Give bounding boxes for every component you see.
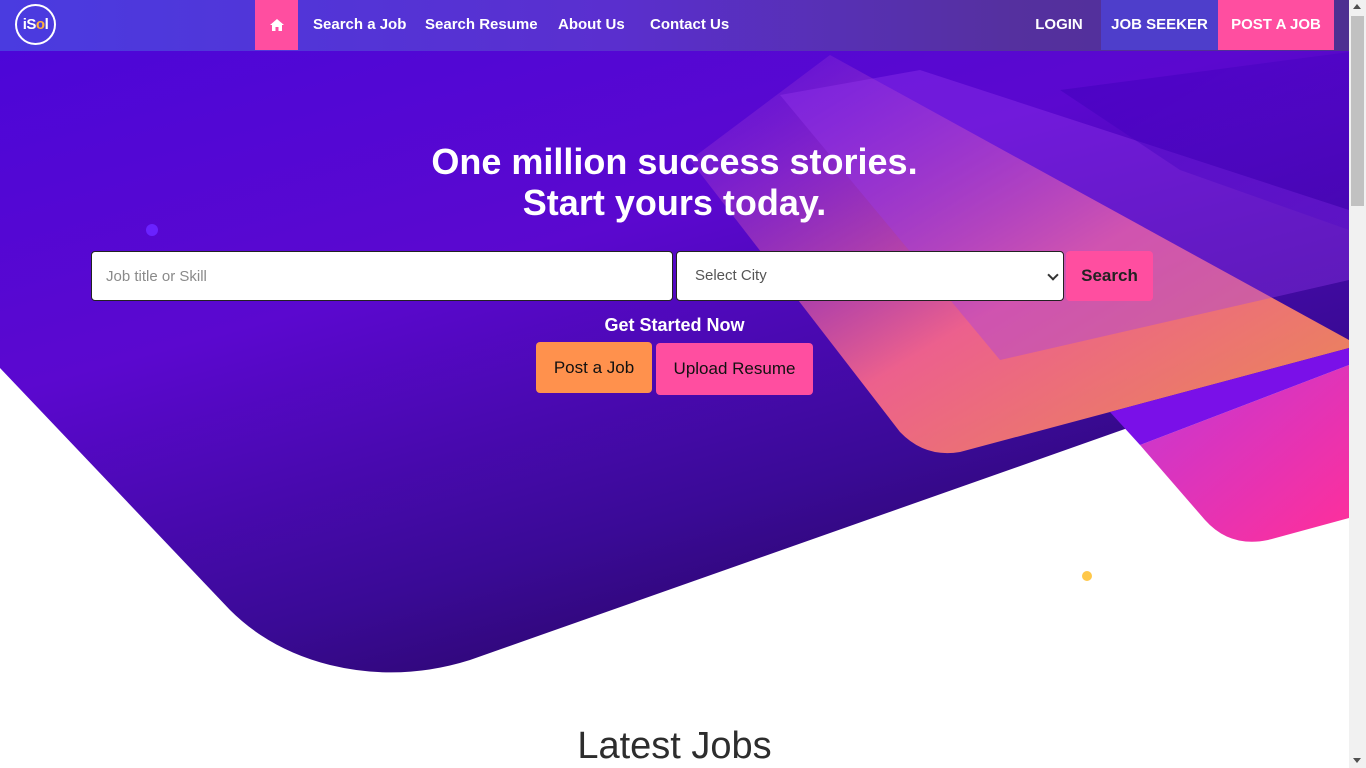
chevron-down-icon <box>1047 269 1059 281</box>
nav-search-resume[interactable]: Search Resume <box>425 0 538 50</box>
nav-contact-us[interactable]: Contact Us <box>650 0 729 50</box>
home-button[interactable] <box>255 0 298 50</box>
page: iSol Search a Job Search Resume About Us… <box>0 0 1349 768</box>
post-job-nav-button[interactable]: POST A JOB <box>1218 0 1334 50</box>
nav-about-us[interactable]: About Us <box>558 0 625 50</box>
scroll-down-arrow-icon[interactable] <box>1353 758 1361 763</box>
scrollbar-thumb[interactable] <box>1351 16 1364 206</box>
latest-jobs-title: Latest Jobs <box>577 725 772 767</box>
get-started-label: Get Started Now <box>604 315 745 335</box>
city-select-value: Select City <box>695 267 767 284</box>
hero-headline-line2: Start yours today. <box>522 182 827 223</box>
upload-resume-button[interactable]: Upload Resume <box>656 343 813 395</box>
post-job-button[interactable]: Post a Job <box>536 342 652 393</box>
site-logo[interactable]: iSol <box>15 4 56 45</box>
search-button[interactable]: Search <box>1066 251 1153 301</box>
hero-headline-line1: One million success stories. <box>431 141 918 182</box>
navbar: iSol Search a Job Search Resume About Us… <box>0 0 1349 51</box>
job-search-input[interactable] <box>91 251 673 301</box>
nav-search-job[interactable]: Search a Job <box>313 0 406 50</box>
scroll-up-arrow-icon[interactable] <box>1353 4 1361 9</box>
login-button[interactable]: LOGIN <box>1018 0 1100 50</box>
home-icon <box>269 19 284 31</box>
job-seeker-button[interactable]: JOB SEEKER <box>1101 0 1218 50</box>
city-select[interactable]: Select City <box>676 251 1064 301</box>
logo-text: iSol <box>22 16 49 33</box>
